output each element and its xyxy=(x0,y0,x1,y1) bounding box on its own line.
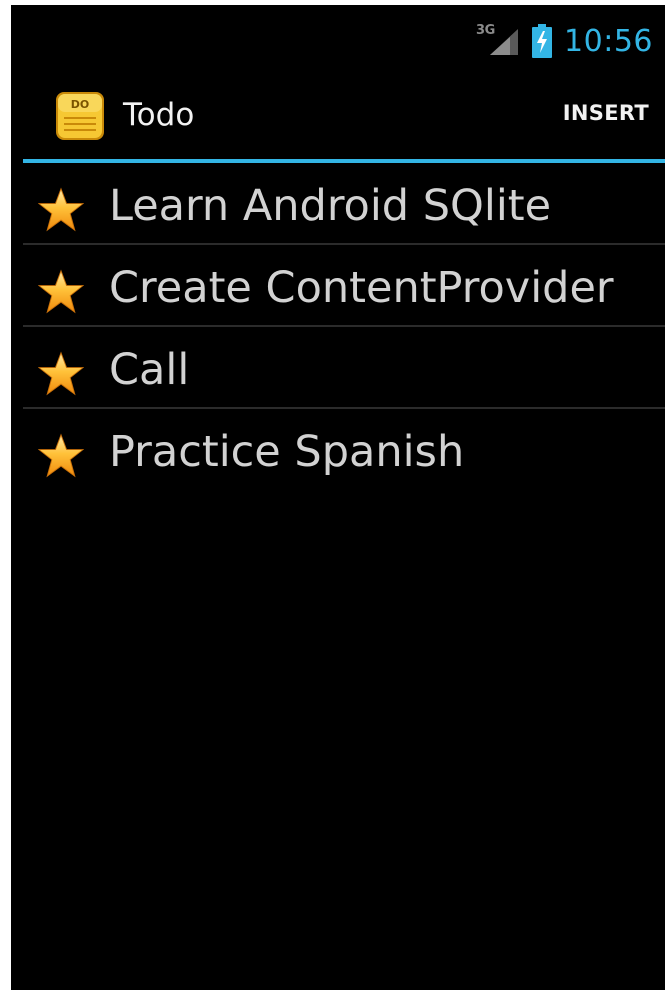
status-clock: 10:56 xyxy=(564,23,653,59)
star-icon xyxy=(38,187,84,232)
battery-charging-icon xyxy=(532,24,553,58)
signal-icon xyxy=(490,29,519,55)
todo-item-label: Learn Android SQlite xyxy=(109,181,552,231)
app-title: Todo xyxy=(123,97,195,133)
todo-item-label: Call xyxy=(109,345,190,395)
star-icon xyxy=(38,269,84,314)
todo-list: Learn Android SQlite Create ContentProvi… xyxy=(23,163,665,489)
todo-item[interactable]: Learn Android SQlite xyxy=(23,163,665,245)
todo-item[interactable]: Call xyxy=(23,327,665,409)
todo-item[interactable]: Create ContentProvider xyxy=(23,245,665,327)
todo-item-label: Create ContentProvider xyxy=(109,263,614,313)
status-bar: 3G 10:56 xyxy=(11,5,665,75)
notepad-icon[interactable]: DO xyxy=(55,91,105,141)
status-icons: 3G 10:56 xyxy=(476,19,653,63)
phone-screen: 3G 10:56 DO Todo INSERT Learn Android SQ… xyxy=(11,5,665,990)
star-icon xyxy=(38,433,84,478)
todo-item[interactable]: Practice Spanish xyxy=(23,409,665,489)
insert-button[interactable]: INSERT xyxy=(563,101,649,125)
app-icon-text: DO xyxy=(71,98,89,111)
action-bar: DO Todo INSERT xyxy=(11,75,665,159)
todo-item-label: Practice Spanish xyxy=(109,427,465,477)
star-icon xyxy=(38,351,84,396)
signal-indicator: 3G xyxy=(476,23,522,59)
